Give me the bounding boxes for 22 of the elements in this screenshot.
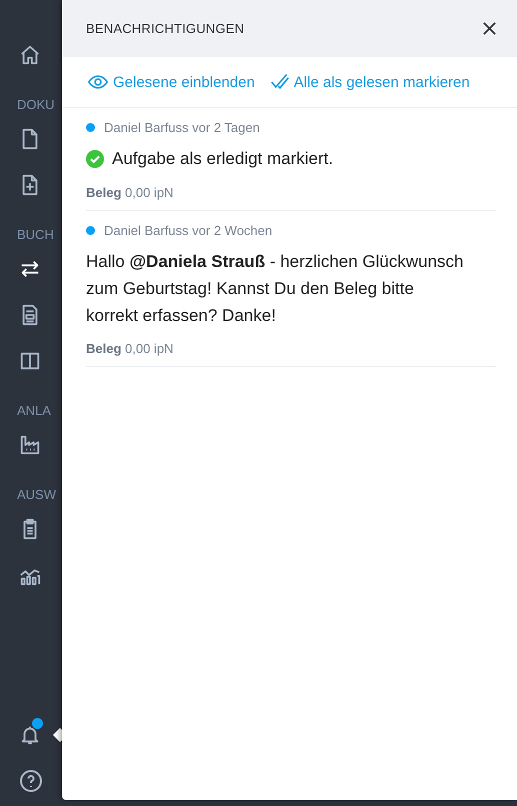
notification-text: Aufgabe als erledigt markiert. bbox=[112, 148, 334, 170]
section-label: BUCH bbox=[17, 227, 54, 242]
notification-footer: Beleg 0,00 ipN bbox=[86, 185, 496, 200]
panel-title: BENACHRICHTIGUNGEN bbox=[86, 21, 244, 36]
notification-meta: Daniel Barfuss vor 2 Tagen bbox=[104, 120, 260, 135]
close-icon[interactable] bbox=[482, 21, 497, 36]
mark-all-read-link[interactable]: Alle als gelesen markieren bbox=[268, 72, 470, 92]
factory-icon[interactable] bbox=[19, 434, 41, 456]
section-label: ANLA bbox=[17, 403, 51, 418]
double-check-icon bbox=[268, 72, 291, 92]
check-circle-icon bbox=[86, 150, 104, 168]
arrows-icon[interactable] bbox=[19, 258, 41, 280]
notification-meta: Daniel Barfuss vor 2 Wochen bbox=[104, 223, 272, 238]
section-label: AUSW bbox=[17, 487, 56, 502]
notification-text: Hallo @Daniela Strauß - herzlichen Glückwunsch zum Geburtstag! Kannst Du den Beleg bitte korrekt erfassen? Danke! bbox=[86, 251, 465, 327]
show-read-link[interactable]: Gelesene einblenden bbox=[86, 72, 255, 92]
notification-footer: Beleg 0,00 ipN bbox=[86, 341, 496, 356]
home-icon[interactable] bbox=[19, 44, 41, 66]
help-icon[interactable] bbox=[19, 769, 43, 793]
section-label: DOKU bbox=[17, 97, 55, 112]
bell-icon[interactable] bbox=[19, 724, 41, 746]
columns-icon[interactable] bbox=[19, 350, 41, 372]
